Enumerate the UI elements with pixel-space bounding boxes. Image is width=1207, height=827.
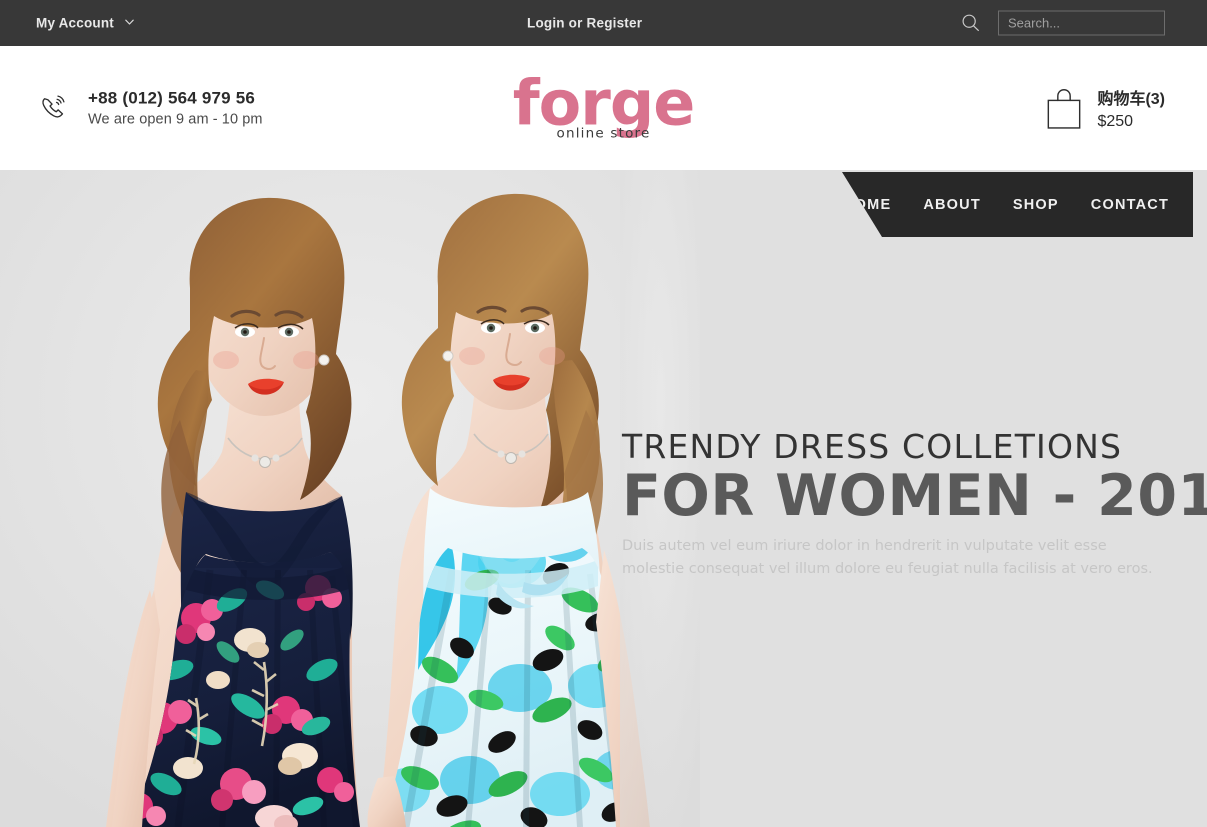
hero-subtext: Duis autem vel eum iriure dolor in hendr… (622, 538, 1153, 577)
hero-photo (0, 170, 700, 827)
main-navigation: HOME ABOUT SHOP CONTACT (842, 172, 1193, 237)
opening-hours: We are open 9 am - 10 pm (88, 111, 263, 128)
top-utility-bar: My Account Login or Register (0, 0, 1207, 46)
my-account-menu[interactable]: My Account (36, 15, 134, 31)
shopping-bag-icon (1045, 86, 1083, 130)
phone-number: +88 (012) 564 979 56 (88, 88, 256, 108)
search-icon[interactable] (960, 12, 982, 34)
hero-headline-top: TRENDY DRESS COLLETIONS (622, 427, 1123, 466)
contact-text-lines: +88 (012) 564 979 56 We are open 9 am - … (88, 89, 263, 128)
hero-text-block: TRENDY DRESS COLLETIONS FOR WOMEN - 2017… (622, 427, 1207, 580)
login-register-link[interactable]: Login or Register (527, 16, 642, 31)
nav-item-contact[interactable]: CONTACT (1091, 197, 1169, 213)
page-root: My Account Login or Register Search... +… (0, 0, 1207, 827)
my-account-label: My Account (36, 15, 115, 31)
hero-banner: TRENDY DRESS COLLETIONS FOR WOMEN - 2017… (0, 170, 1207, 827)
site-header: +88 (012) 564 979 56 We are open 9 am - … (0, 46, 1207, 170)
search-input[interactable] (998, 10, 1165, 36)
nav-list: HOME ABOUT SHOP CONTACT (842, 172, 1193, 237)
cart-label: 购物车(3) (1097, 91, 1165, 108)
hero-headline-main: FOR WOMEN - 2017 (622, 462, 1207, 529)
search-area (960, 10, 1165, 36)
nav-item-shop[interactable]: SHOP (1013, 197, 1059, 213)
cart-total: $250 (1097, 113, 1134, 130)
header-contact-block: +88 (012) 564 979 56 We are open 9 am - … (36, 89, 263, 128)
phone-ring-icon (36, 90, 72, 126)
nav-item-about[interactable]: ABOUT (923, 197, 981, 213)
site-logo[interactable]: forge online store (504, 72, 704, 141)
chevron-down-icon (124, 17, 134, 26)
cart-text-lines: 购物车(3) $250 (1097, 85, 1165, 131)
cart-widget[interactable]: 购物车(3) $250 (1045, 85, 1165, 131)
